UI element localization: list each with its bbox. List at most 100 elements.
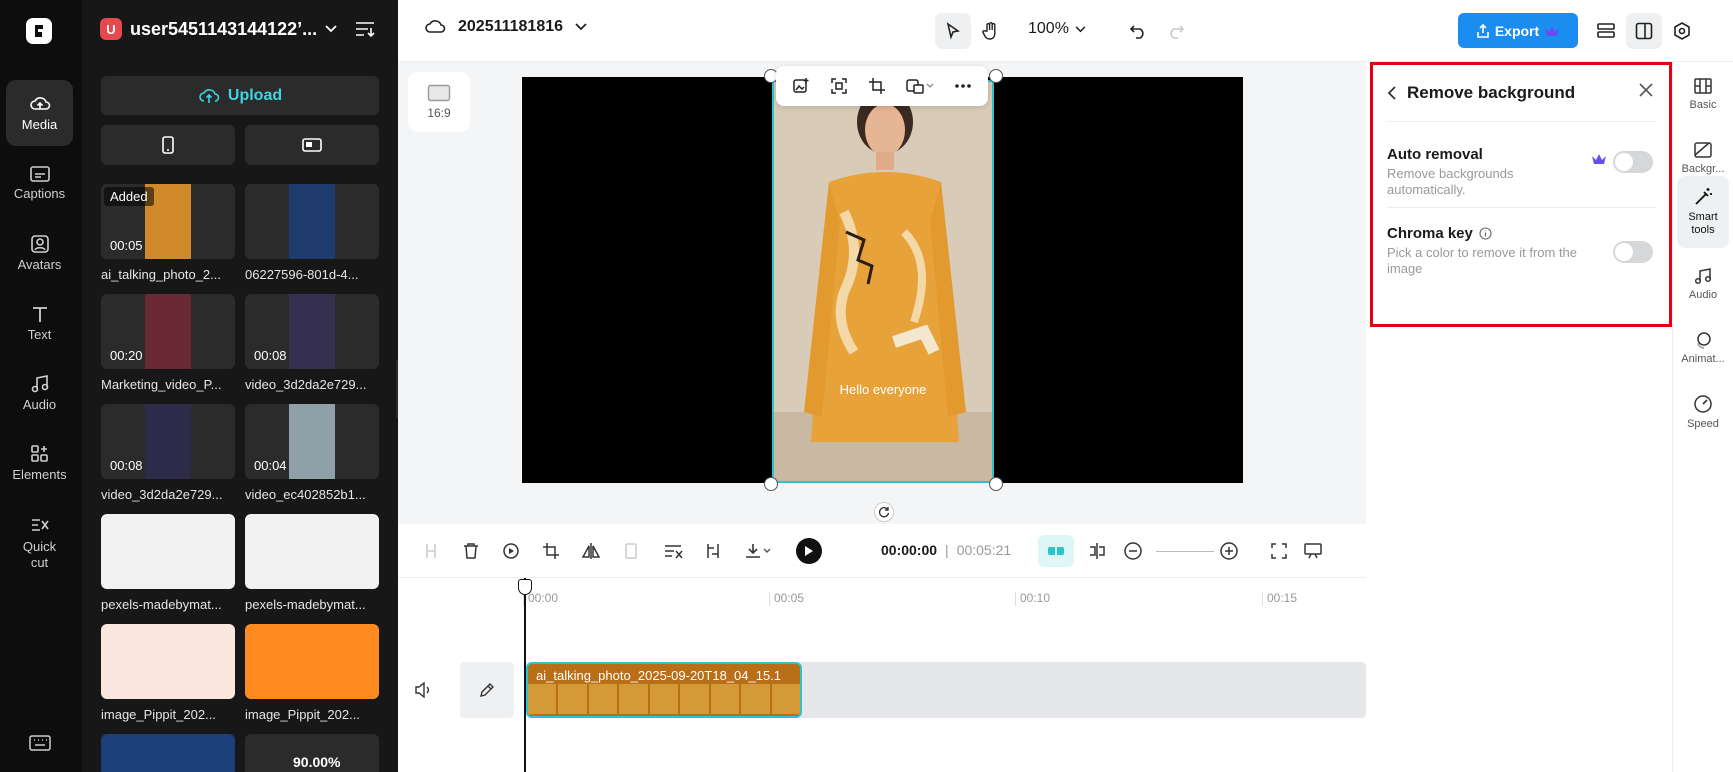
thumbnail-image bbox=[289, 184, 335, 259]
rotate-handle[interactable] bbox=[874, 502, 894, 522]
crop-icon[interactable] bbox=[868, 77, 886, 95]
layers-button[interactable] bbox=[1588, 13, 1624, 49]
caption-text[interactable]: Hello everyone bbox=[774, 382, 992, 397]
play-icon bbox=[805, 546, 813, 556]
thumbnail-image bbox=[245, 624, 379, 699]
rnav-item-audio[interactable]: Audio bbox=[1677, 252, 1729, 316]
hand-tool-button[interactable] bbox=[973, 13, 1009, 49]
download-dropdown[interactable] bbox=[740, 540, 776, 562]
remove-bg-icon[interactable] bbox=[906, 77, 934, 95]
split-icon[interactable] bbox=[420, 540, 442, 562]
rnav-item-animation[interactable]: Animat... bbox=[1677, 316, 1729, 380]
nav-item-text[interactable]: Text bbox=[6, 290, 73, 356]
undo-button[interactable] bbox=[1120, 13, 1156, 49]
pencil-icon bbox=[480, 683, 494, 697]
replay-icon[interactable] bbox=[500, 540, 522, 562]
resize-handle-bottom-left[interactable] bbox=[764, 477, 778, 491]
split-screen-icon[interactable] bbox=[1086, 540, 1108, 562]
auto-removal-label: Auto removal bbox=[1387, 146, 1483, 163]
upload-button[interactable]: Upload bbox=[101, 76, 379, 115]
sort-list-icon[interactable] bbox=[354, 20, 376, 38]
timeline[interactable]: 00:00 00:05 00:10 00:15 ai_talking_photo… bbox=[398, 578, 1366, 772]
rnav-label: Smart tools bbox=[1688, 211, 1718, 236]
nav-item-audio[interactable]: Audio bbox=[6, 360, 73, 426]
media-thumbnail[interactable] bbox=[101, 734, 235, 772]
media-thumbnail[interactable] bbox=[245, 184, 379, 259]
media-thumbnail[interactable] bbox=[245, 514, 379, 589]
redo-button[interactable] bbox=[1158, 13, 1194, 49]
fullscreen-icon[interactable] bbox=[1268, 540, 1290, 562]
video-clip[interactable]: ai_talking_photo_2025-09-20T18_04_15.1 bbox=[526, 662, 802, 718]
media-thumbnail[interactable]: 00:08 bbox=[245, 294, 379, 369]
more-options-icon[interactable] bbox=[954, 83, 972, 89]
landscape-filter-button[interactable] bbox=[245, 125, 379, 165]
playhead-handle[interactable] bbox=[518, 579, 532, 595]
back-arrow-icon[interactable] bbox=[1387, 85, 1397, 101]
replace-image-icon[interactable] bbox=[792, 77, 810, 95]
media-thumbnail[interactable]: Added 00:05 bbox=[101, 184, 235, 259]
speaker-icon[interactable] bbox=[414, 682, 432, 698]
portrait-filter-button[interactable] bbox=[101, 125, 235, 165]
nav-item-elements[interactable]: Elements bbox=[6, 430, 73, 496]
panel-layout-button[interactable] bbox=[1626, 13, 1662, 49]
cursor-icon bbox=[946, 22, 960, 40]
flip-icon[interactable] bbox=[580, 540, 602, 562]
video-track: ai_talking_photo_2025-09-20T18_04_15.1 bbox=[526, 662, 1366, 718]
fit-frame-icon[interactable] bbox=[830, 77, 848, 95]
media-label: pexels-madebymat... bbox=[101, 597, 222, 612]
close-icon[interactable] bbox=[1639, 83, 1653, 97]
resize-handle-top-right[interactable] bbox=[989, 69, 1003, 83]
username: user5451143144122’... bbox=[130, 18, 318, 39]
chroma-key-toggle[interactable] bbox=[1613, 241, 1653, 263]
media-label: 06227596-801d-4... bbox=[245, 267, 359, 282]
media-thumbnail[interactable]: 90.00% bbox=[245, 734, 379, 772]
cut-icon[interactable] bbox=[662, 540, 684, 562]
select-tool-button[interactable] bbox=[935, 13, 971, 49]
export-button[interactable]: Export bbox=[1458, 13, 1578, 48]
trim-icon[interactable] bbox=[702, 540, 724, 562]
rnav-item-basic[interactable]: Basic bbox=[1677, 62, 1729, 126]
rnav-item-smart-tools[interactable]: Smart tools bbox=[1677, 176, 1729, 248]
ruler-tick: 00:15 bbox=[1262, 592, 1297, 606]
nav-item-avatars[interactable]: Avatars bbox=[6, 220, 73, 286]
media-thumbnail[interactable]: 00:20 bbox=[101, 294, 235, 369]
nav-item-captions[interactable]: Captions bbox=[6, 150, 73, 216]
freeze-frame-icon[interactable] bbox=[620, 540, 642, 562]
project-menu[interactable]: 202511181816 bbox=[424, 18, 587, 36]
zoom-out-icon[interactable] bbox=[1122, 540, 1144, 562]
info-icon[interactable] bbox=[1479, 227, 1492, 240]
undo-icon bbox=[1129, 25, 1144, 39]
resize-handle-bottom-right[interactable] bbox=[989, 477, 1003, 491]
nav-item-media[interactable]: Media bbox=[6, 80, 73, 146]
zoom-dropdown[interactable]: 100% bbox=[1028, 20, 1086, 38]
media-thumbnail[interactable]: 00:08 bbox=[101, 404, 235, 479]
delete-icon[interactable] bbox=[460, 540, 482, 562]
chroma-key-label: Chroma key bbox=[1387, 225, 1473, 242]
avatar-icon bbox=[30, 234, 49, 253]
zoom-slider[interactable] bbox=[1156, 551, 1214, 552]
avatar: U bbox=[100, 18, 122, 40]
preview-monitor-icon[interactable] bbox=[1302, 540, 1324, 562]
editing-toolbar: 00:00:00 | 00:05:21 bbox=[398, 524, 1366, 578]
user-switcher[interactable]: U user5451143144122’... bbox=[100, 16, 337, 42]
thumbnail-image bbox=[245, 514, 379, 589]
thumbnail-image bbox=[101, 624, 235, 699]
rnav-item-speed[interactable]: Speed bbox=[1677, 380, 1729, 444]
media-thumbnail[interactable] bbox=[245, 624, 379, 699]
playhead[interactable] bbox=[524, 578, 526, 772]
nav-label: Quick cut bbox=[22, 538, 57, 570]
play-button[interactable] bbox=[796, 538, 822, 564]
media-thumbnail[interactable]: 00:04 bbox=[245, 404, 379, 479]
aspect-ratio-button[interactable]: 16:9 bbox=[408, 72, 470, 132]
keyboard-icon[interactable] bbox=[29, 735, 51, 751]
snap-toggle[interactable] bbox=[1038, 535, 1074, 567]
edit-track-button[interactable] bbox=[460, 662, 514, 718]
settings-button[interactable] bbox=[1664, 13, 1700, 49]
auto-removal-toggle[interactable] bbox=[1613, 151, 1653, 173]
selected-video-layer[interactable]: Hello everyone bbox=[772, 80, 994, 483]
nav-item-quick-cut[interactable]: Quick cut bbox=[6, 505, 73, 581]
crop-tool-icon[interactable] bbox=[540, 540, 562, 562]
media-thumbnail[interactable] bbox=[101, 624, 235, 699]
zoom-in-icon[interactable] bbox=[1218, 540, 1240, 562]
media-thumbnail[interactable] bbox=[101, 514, 235, 589]
